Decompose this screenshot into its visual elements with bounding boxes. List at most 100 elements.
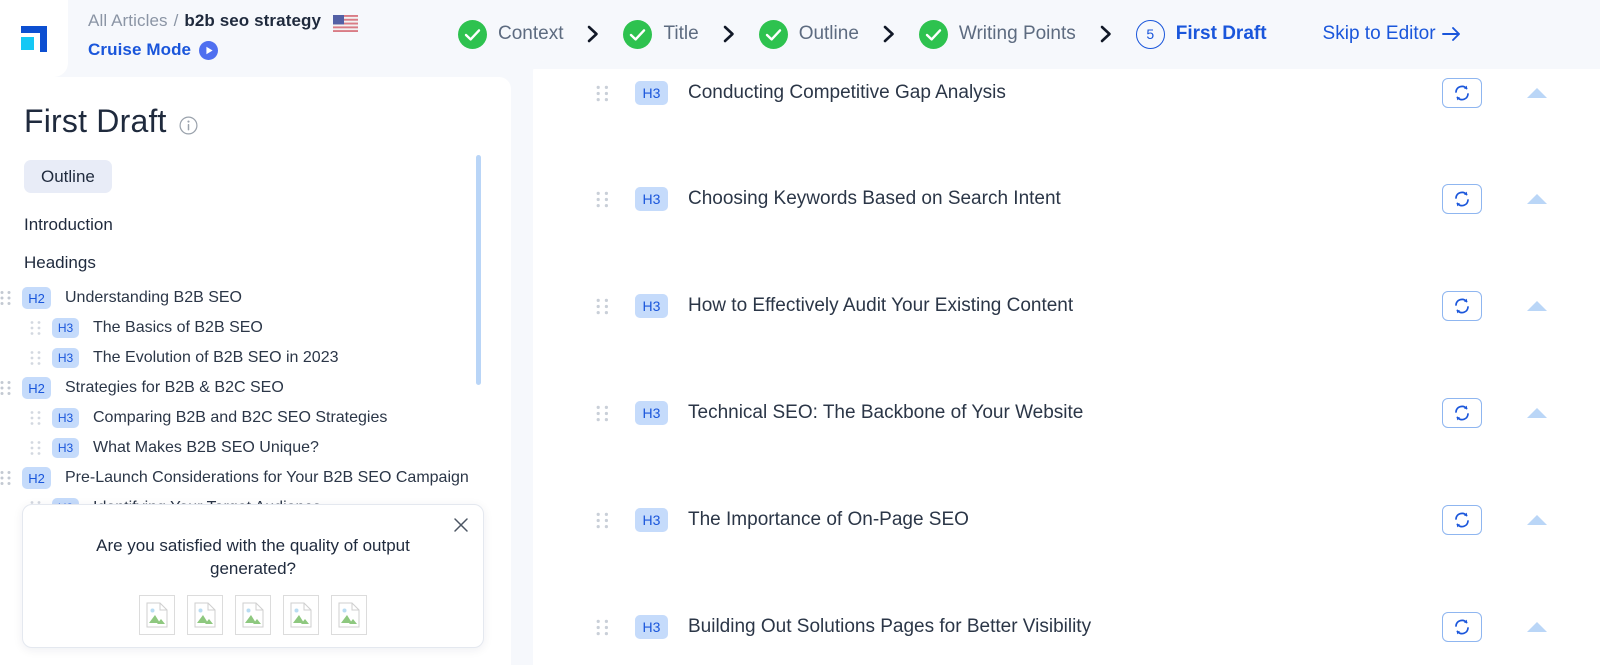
draft-sections-panel: H3 Conducting Competitive Gap Analysis <box>533 60 1600 665</box>
list-item[interactable]: H2 Understanding B2B SEO <box>0 283 511 313</box>
drag-handle-icon[interactable] <box>596 512 609 529</box>
drag-handle-icon[interactable] <box>596 298 609 315</box>
drag-handle-icon[interactable] <box>0 380 11 396</box>
sidebar-scrollbar[interactable] <box>476 155 481 385</box>
heading-level-badge: H3 <box>635 615 668 639</box>
heading-level-badge: H2 <box>22 287 51 309</box>
chevron-up-icon[interactable] <box>1526 513 1548 527</box>
chevron-up-icon[interactable] <box>1526 299 1548 313</box>
workflow-steps: Context Title <box>458 0 1600 64</box>
sidebar-section-introduction[interactable]: Introduction <box>24 215 511 235</box>
broken-image-icon[interactable] <box>187 595 223 635</box>
play-circle-icon[interactable] <box>199 41 218 60</box>
list-item-label: The Basics of B2B SEO <box>93 319 263 337</box>
broken-image-icon[interactable] <box>235 595 271 635</box>
arrow-right-icon <box>1442 25 1462 43</box>
heading-level-badge: H2 <box>22 377 51 399</box>
step-writing-points[interactable]: Writing Points <box>919 20 1076 49</box>
list-item[interactable]: H3 The Evolution of B2B SEO in 2023 <box>0 343 511 373</box>
chevron-right-icon <box>1100 25 1112 43</box>
breadcrumb-all-articles[interactable]: All Articles <box>88 11 168 31</box>
list-item-label: Understanding B2B SEO <box>65 289 242 307</box>
breadcrumb: All Articles / b2b seo strategy <box>88 8 458 34</box>
drag-handle-icon[interactable] <box>596 619 609 636</box>
drag-handle-icon[interactable] <box>30 350 41 366</box>
heading-level-badge: H3 <box>52 408 79 428</box>
refresh-icon[interactable] <box>1442 505 1482 535</box>
chevron-up-icon[interactable] <box>1526 620 1548 634</box>
drag-handle-icon[interactable] <box>30 320 41 336</box>
heading-level-badge: H2 <box>22 467 51 489</box>
feedback-dialog: Are you satisfied with the quality of ou… <box>22 504 484 648</box>
broken-image-icon[interactable] <box>139 595 175 635</box>
drag-handle-icon[interactable] <box>596 85 609 102</box>
heading-level-badge: H3 <box>52 348 79 368</box>
section-heading-text: Conducting Competitive Gap Analysis <box>688 82 1006 104</box>
chevron-up-icon[interactable] <box>1526 86 1548 100</box>
table-row[interactable]: H3 Building Out Solutions Pages for Bett… <box>533 600 1600 665</box>
breadcrumb-current-article: b2b seo strategy <box>184 11 321 31</box>
chevron-up-icon[interactable] <box>1526 192 1548 206</box>
broken-image-icon[interactable] <box>283 595 319 635</box>
refresh-icon[interactable] <box>1442 291 1482 321</box>
step-label-outline: Outline <box>799 23 859 45</box>
table-row[interactable]: H3 Technical SEO: The Backbone of Your W… <box>533 386 1600 492</box>
app-root: All Articles / b2b seo strategy <box>0 0 1600 665</box>
list-item-label: The Evolution of B2B SEO in 2023 <box>93 349 338 367</box>
step-first-draft[interactable]: 5 First Draft <box>1136 20 1267 49</box>
table-row[interactable]: H3 Conducting Competitive Gap Analysis <box>533 66 1600 172</box>
app-logo-button[interactable] <box>0 0 68 77</box>
drag-handle-icon[interactable] <box>596 405 609 422</box>
chevron-right-icon <box>587 25 599 43</box>
drag-handle-icon[interactable] <box>30 440 41 456</box>
refresh-icon[interactable] <box>1442 78 1482 108</box>
drag-handle-icon[interactable] <box>0 470 11 486</box>
list-item-label: What Makes B2B SEO Unique? <box>93 439 319 457</box>
section-heading-text: The Importance of On-Page SEO <box>688 509 969 531</box>
heading-level-badge: H3 <box>635 508 668 532</box>
drag-handle-icon[interactable] <box>30 410 41 426</box>
table-row[interactable]: H3 How to Effectively Audit Your Existin… <box>533 279 1600 385</box>
list-item[interactable]: H3 Comparing B2B and B2C SEO Strategies <box>0 403 511 433</box>
tab-outline[interactable]: Outline <box>24 160 112 193</box>
heading-level-badge: H3 <box>635 294 668 318</box>
refresh-icon[interactable] <box>1442 612 1482 642</box>
drag-handle-icon[interactable] <box>596 191 609 208</box>
table-row[interactable]: H3 The Importance of On-Page SEO <box>533 493 1600 599</box>
brand-block: All Articles / b2b seo strategy <box>68 0 458 60</box>
skip-to-editor-label: Skip to Editor <box>1323 23 1436 45</box>
drag-handle-icon[interactable] <box>0 290 11 306</box>
list-item[interactable]: H3 What Makes B2B SEO Unique? <box>0 433 511 463</box>
close-icon[interactable] <box>451 515 471 535</box>
page-title: First Draft <box>24 103 167 140</box>
step-label-writing-points: Writing Points <box>959 23 1076 45</box>
refresh-icon[interactable] <box>1442 398 1482 428</box>
refresh-icon[interactable] <box>1442 184 1482 214</box>
cruise-mode-button[interactable]: Cruise Mode <box>88 40 458 60</box>
list-item[interactable]: H2 Strategies for B2B & B2C SEO <box>0 373 511 403</box>
list-item[interactable]: H2 Pre-Launch Considerations for Your B2… <box>0 463 511 493</box>
cruise-mode-label: Cruise Mode <box>88 40 191 60</box>
step-context[interactable]: Context <box>458 20 563 49</box>
step-title[interactable]: Title <box>623 20 698 49</box>
skip-to-editor-button[interactable]: Skip to Editor <box>1323 23 1462 45</box>
heading-level-badge: H3 <box>635 187 668 211</box>
heading-level-badge: H3 <box>52 318 79 338</box>
section-heading-text: Technical SEO: The Backbone of Your Webs… <box>688 402 1083 424</box>
info-circle-icon[interactable] <box>179 116 198 135</box>
broken-image-icon[interactable] <box>331 595 367 635</box>
list-item-label: Strategies for B2B & B2C SEO <box>65 379 284 397</box>
heading-level-badge: H3 <box>635 401 668 425</box>
step-outline[interactable]: Outline <box>759 20 859 49</box>
list-item[interactable]: H3 The Basics of B2B SEO <box>0 313 511 343</box>
step-label-first-draft: First Draft <box>1176 23 1267 45</box>
table-row[interactable]: H3 Choosing Keywords Based on Search Int… <box>533 172 1600 278</box>
section-heading-text: Building Out Solutions Pages for Better … <box>688 616 1091 638</box>
step-number-badge: 5 <box>1136 20 1165 49</box>
breadcrumb-separator: / <box>174 11 179 31</box>
list-item-label: Pre-Launch Considerations for Your B2B S… <box>65 469 469 487</box>
chevron-up-icon[interactable] <box>1526 406 1548 420</box>
us-flag-icon <box>333 15 358 32</box>
chevron-right-icon <box>723 25 735 43</box>
sidebar-section-headings: Headings <box>24 253 511 273</box>
